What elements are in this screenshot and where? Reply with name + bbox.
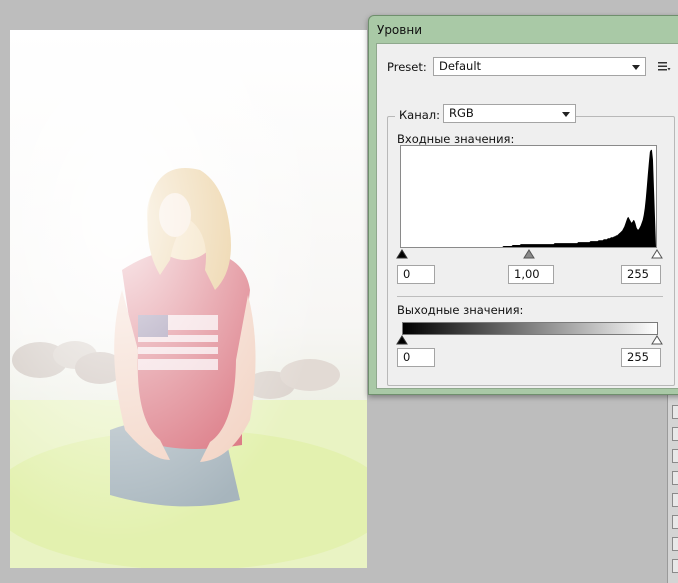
input-values-label: Входные значения: (397, 132, 515, 146)
channel-label: Канал: (395, 108, 445, 122)
panel-row[interactable] (672, 493, 678, 507)
panel-row[interactable] (672, 471, 678, 485)
photo-image (10, 30, 367, 568)
panel-row[interactable] (672, 537, 678, 551)
channel-value: RGB (449, 106, 474, 120)
output-white-field[interactable]: 255 (621, 348, 661, 367)
histogram-bars (401, 149, 656, 247)
panel-row[interactable] (672, 559, 678, 573)
preset-select[interactable]: Default (433, 57, 646, 76)
preset-options-icon[interactable] (657, 59, 671, 73)
dialog-title: Уровни (377, 23, 422, 37)
preset-label: Preset: (387, 60, 427, 74)
document-canvas (10, 30, 367, 568)
panel-row[interactable] (672, 449, 678, 463)
chevron-down-icon (632, 65, 640, 70)
preset-value: Default (439, 59, 482, 73)
levels-dialog: Уровни Preset: Default Канал: RGB Входны… (368, 15, 678, 395)
input-white-slider[interactable] (651, 249, 663, 259)
output-values-label: Выходные значения: (397, 303, 524, 317)
input-black-field[interactable]: 0 (397, 265, 435, 284)
channel-select[interactable]: RGB (443, 104, 576, 123)
input-black-slider[interactable] (396, 249, 408, 259)
output-gradient-bar (402, 322, 658, 335)
input-gamma-slider[interactable] (523, 249, 535, 259)
input-gamma-field[interactable]: 1,00 (508, 265, 554, 284)
histogram (400, 145, 657, 248)
layers-panel-edge (667, 395, 678, 583)
panel-row[interactable] (672, 427, 678, 441)
input-white-field[interactable]: 255 (621, 265, 661, 284)
output-black-slider[interactable] (396, 335, 408, 345)
divider (397, 296, 663, 297)
output-black-field[interactable]: 0 (397, 348, 435, 367)
panel-row[interactable] (672, 515, 678, 529)
chevron-down-icon (562, 112, 570, 117)
panel-row[interactable] (672, 405, 678, 419)
output-white-slider[interactable] (651, 335, 663, 345)
dialog-body: Preset: Default Канал: RGB Входные значе… (376, 43, 678, 389)
